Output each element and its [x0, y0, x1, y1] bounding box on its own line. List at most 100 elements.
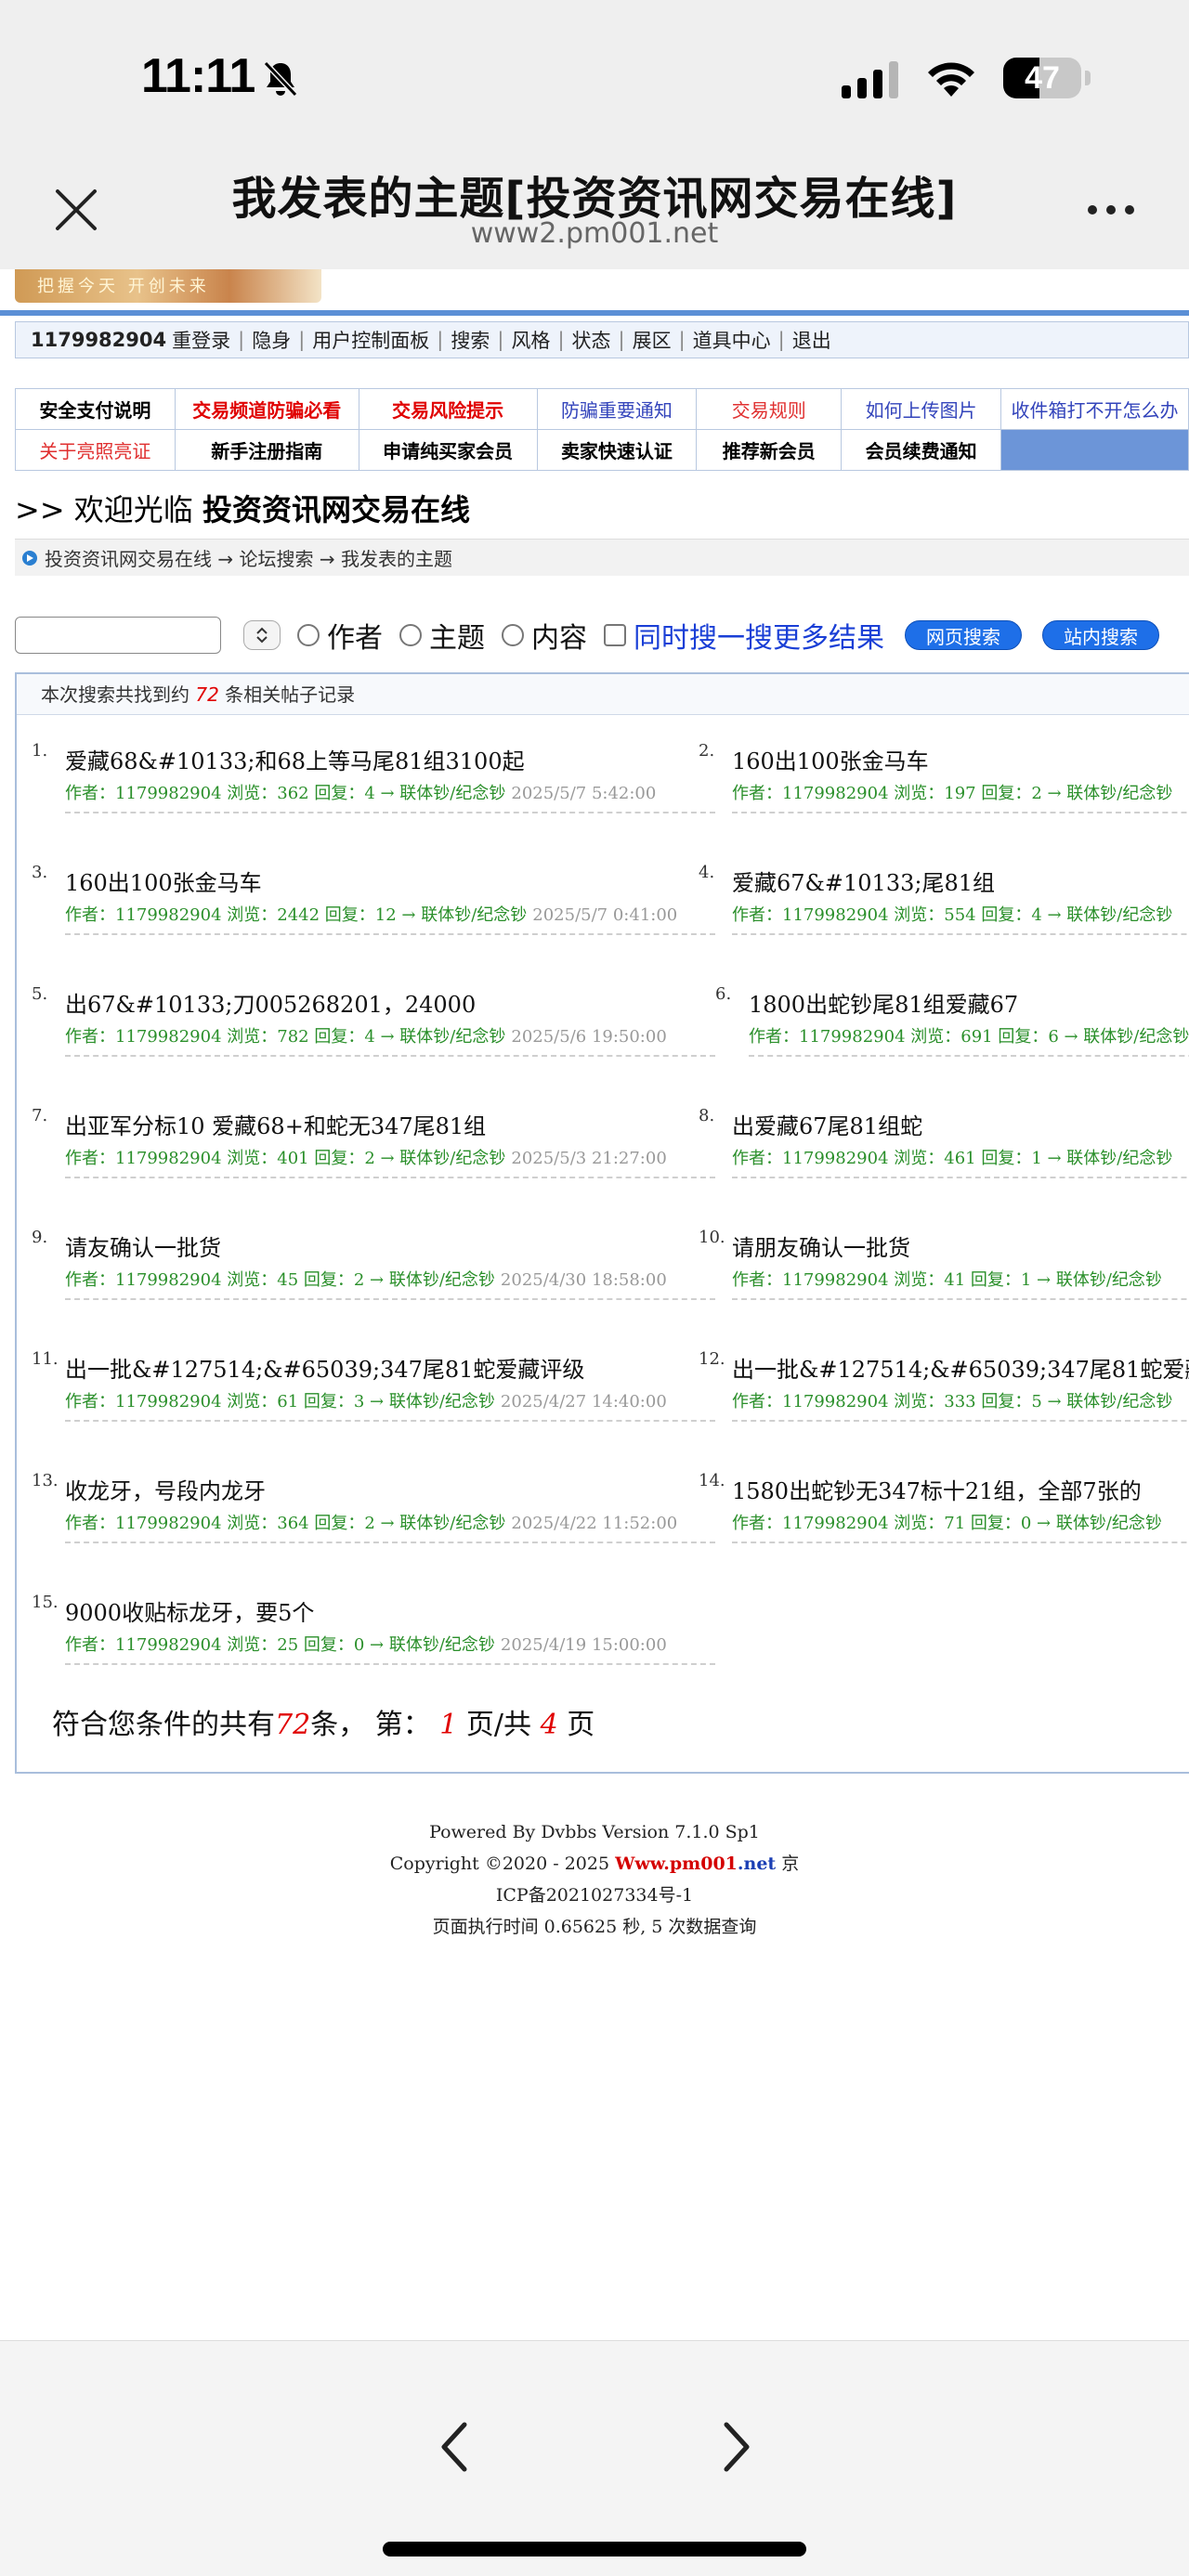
post-title-link[interactable]: 1800出蛇钞尾81组爱藏67 — [749, 986, 1018, 1019]
notice-link[interactable]: 申请纯买家会员 — [358, 429, 538, 471]
post-meta-text[interactable]: 作者：1179982904 浏览：71 回复：0 → 联体钞/纪念钞 — [732, 1514, 1162, 1533]
wifi-icon — [928, 62, 974, 97]
userbar-link-hidden[interactable]: 隐身 — [252, 326, 291, 354]
post-meta-text[interactable]: 作者：1179982904 浏览：61 回复：3 → 联体钞/纪念钞 — [65, 1392, 495, 1412]
notice-link[interactable]: 防骗重要通知 — [536, 388, 698, 430]
status-bar: 11:11 47 — [0, 0, 1189, 149]
notice-link[interactable]: 推荐新会员 — [696, 429, 843, 471]
radio-author[interactable] — [297, 624, 320, 646]
post-meta-text[interactable]: 作者：1179982904 浏览：25 回复：0 → 联体钞/纪念钞 — [65, 1635, 495, 1655]
notice-link[interactable]: 交易频道防骗必看 — [174, 388, 359, 430]
post-title-link[interactable]: 160出100张金马车 — [65, 865, 262, 897]
post-meta: 作者：1179982904 浏览：461 回复：1 → 联体钞/纪念钞 — [732, 1145, 1178, 1169]
post-meta-text[interactable]: 作者：1179982904 浏览：554 回复：4 → 联体钞/纪念钞 — [732, 905, 1172, 925]
post-title-link[interactable]: 出一批&#127514;&#65039;347尾81蛇爱藏评级 — [732, 1351, 1189, 1384]
post-title-link[interactable]: 9000收贴标龙牙，要5个 — [65, 1594, 314, 1627]
pager-total: 72 — [275, 1709, 311, 1741]
notice-link[interactable]: 收件箱打不开怎么办 — [1000, 388, 1189, 430]
post-divider — [65, 1663, 715, 1665]
post-time: 2025/5/7 0:41:00 — [532, 905, 678, 925]
home-indicator[interactable] — [383, 2542, 806, 2556]
site-link-www[interactable]: Www.pm001 — [615, 1854, 738, 1874]
radio-content[interactable] — [502, 624, 524, 646]
post-title-link[interactable]: 160出100张金马车 — [732, 743, 929, 775]
post-meta-text[interactable]: 作者：1179982904 浏览：197 回复：2 → 联体钞/纪念钞 — [732, 784, 1172, 803]
notice-link[interactable]: 卖家快速认证 — [536, 429, 698, 471]
battery-nub — [1085, 71, 1091, 85]
post-number: 10. — [699, 1228, 725, 1247]
forward-icon[interactable] — [713, 2419, 758, 2475]
userbar-link-relogin[interactable]: 重登录 — [172, 326, 230, 354]
breadcrumb-text[interactable]: 投资资讯网交易在线 → 论坛搜索 → 我发表的主题 — [45, 544, 452, 571]
post-meta: 作者：1179982904 浏览：45 回复：2 → 联体钞/纪念钞 2025/4… — [65, 1267, 667, 1291]
post-meta-text[interactable]: 作者：1179982904 浏览：362 回复：4 → 联体钞/纪念钞 — [65, 784, 505, 803]
post-title-link[interactable]: 出亚军分标10 爱藏68+和蛇无347尾81组 — [65, 1108, 486, 1140]
post-number: 5. — [32, 984, 48, 1004]
notice-grid: 安全支付说明 交易频道防骗必看 交易风险提示 防骗重要通知 交易规则 如何上传图… — [15, 388, 1189, 471]
pager-total-pages[interactable]: 4 — [541, 1709, 558, 1741]
post-meta-text[interactable]: 作者：1179982904 浏览：364 回复：2 → 联体钞/纪念钞 — [65, 1514, 505, 1533]
post-number: 4. — [699, 863, 715, 882]
post-meta-text[interactable]: 作者：1179982904 浏览：45 回复：2 → 联体钞/纪念钞 — [65, 1270, 495, 1290]
notice-link[interactable]: 安全支付说明 — [15, 388, 176, 430]
pager-current-page[interactable]: 1 — [439, 1709, 457, 1741]
battery-indicator: 47 — [1003, 58, 1081, 98]
post-number: 13. — [32, 1471, 59, 1490]
post-meta-text[interactable]: 作者：1179982904 浏览：2442 回复：12 → 联体钞/纪念钞 — [65, 905, 527, 925]
post-title-link[interactable]: 1580出蛇钞无347标十21组，全部7张的 — [732, 1473, 1142, 1505]
notice-link[interactable]: 新手注册指南 — [174, 429, 359, 471]
post-meta: 作者：1179982904 浏览：362 回复：4 → 联体钞/纪念钞 2025/… — [65, 780, 656, 804]
post-title-link[interactable]: 请朋友确认一批货 — [732, 1229, 910, 1262]
copyright-prefix: Copyright ©2020 - 2025 — [389, 1854, 610, 1874]
post-meta-text[interactable]: 作者：1179982904 浏览：401 回复：2 → 联体钞/纪念钞 — [65, 1149, 505, 1168]
post-meta-text[interactable]: 作者：1179982904 浏览：333 回复：5 → 联体钞/纪念钞 — [732, 1392, 1172, 1412]
more-results-link[interactable]: 同时搜一搜更多结果 — [634, 615, 884, 656]
search-type-select[interactable] — [243, 620, 281, 650]
post-title-link[interactable]: 出一批&#127514;&#65039;347尾81蛇爱藏评级 — [65, 1351, 584, 1384]
post-meta: 作者：1179982904 浏览：197 回复：2 → 联体钞/纪念钞 — [732, 780, 1178, 804]
footer-exec-time: 页面执行时间 0.65625 秒, 5 次数据查询 — [432, 1917, 757, 1937]
back-icon[interactable] — [433, 2419, 477, 2475]
search-input[interactable] — [15, 617, 221, 654]
post-meta-text[interactable]: 作者：1179982904 浏览：691 回复：6 → 联体钞/纪念钞 — [749, 1027, 1189, 1047]
notice-link[interactable]: 如何上传图片 — [841, 388, 1001, 430]
page-url[interactable]: www2.pm001.net — [0, 217, 1189, 250]
site-link-net[interactable]: .net — [738, 1854, 776, 1874]
post-title-link[interactable]: 出67&#10133;刀005268201，24000 — [65, 986, 476, 1019]
post-title-link[interactable]: 爱藏68&#10133;和68上等马尾81组3100起 — [65, 743, 525, 775]
footer-icp[interactable]: ICP备2021027334号-1 — [0, 1880, 1189, 1911]
post-title-link[interactable]: 请友确认一批货 — [65, 1229, 221, 1262]
notice-link[interactable]: 交易规则 — [696, 388, 843, 430]
post-meta-text[interactable]: 作者：1179982904 浏览：461 回复：1 → 联体钞/纪念钞 — [732, 1149, 1172, 1168]
notice-link[interactable]: 会员续费通知 — [841, 429, 1001, 471]
post-title-link[interactable]: 收龙牙，号段内龙牙 — [65, 1473, 266, 1505]
more-icon[interactable] — [1085, 202, 1137, 217]
userbar-link-exhibit[interactable]: 展区 — [633, 326, 672, 354]
welcome-line: >> 欢迎光临 投资资讯网交易在线 — [15, 487, 470, 529]
web-search-button[interactable]: 网页搜索 — [905, 620, 1022, 650]
userbar-link-logout[interactable]: 退出 — [792, 326, 831, 354]
notice-filler — [1000, 429, 1189, 471]
post-meta-text[interactable]: 作者：1179982904 浏览：41 回复：1 → 联体钞/纪念钞 — [732, 1270, 1162, 1290]
radio-subject[interactable] — [399, 624, 422, 646]
notice-link[interactable]: 交易风险提示 — [358, 388, 538, 430]
post-title-link[interactable]: 爱藏67&#10133;尾81组 — [732, 865, 995, 897]
site-search-button[interactable]: 站内搜索 — [1042, 620, 1159, 650]
post-meta: 作者：1179982904 浏览：333 回复：5 → 联体钞/纪念钞 — [732, 1388, 1178, 1412]
post-time: 2025/4/22 11:52:00 — [511, 1514, 678, 1533]
notice-link[interactable]: 关于亮照亮证 — [15, 429, 176, 471]
post-meta-text[interactable]: 作者：1179982904 浏览：782 回复：4 → 联体钞/纪念钞 — [65, 1027, 505, 1047]
post-number: 12. — [699, 1349, 725, 1369]
userbar-link-status[interactable]: 状态 — [572, 326, 611, 354]
post-title-link[interactable]: 出爱藏67尾81组蛇 — [732, 1108, 922, 1140]
userbar-link-tools[interactable]: 道具中心 — [693, 326, 771, 354]
post-number: 11. — [32, 1349, 59, 1369]
more-results-checkbox[interactable] — [604, 624, 626, 646]
userbar-link-control-panel[interactable]: 用户控制面板 — [312, 326, 429, 354]
userbar-link-style[interactable]: 风格 — [511, 326, 550, 354]
site-banner: 把握今天 开创未来 — [15, 269, 321, 303]
user-id[interactable]: 1179982904 — [31, 329, 166, 351]
post-divider — [749, 1055, 1189, 1057]
userbar-link-search[interactable]: 搜索 — [451, 326, 490, 354]
post-divider — [65, 1055, 715, 1057]
